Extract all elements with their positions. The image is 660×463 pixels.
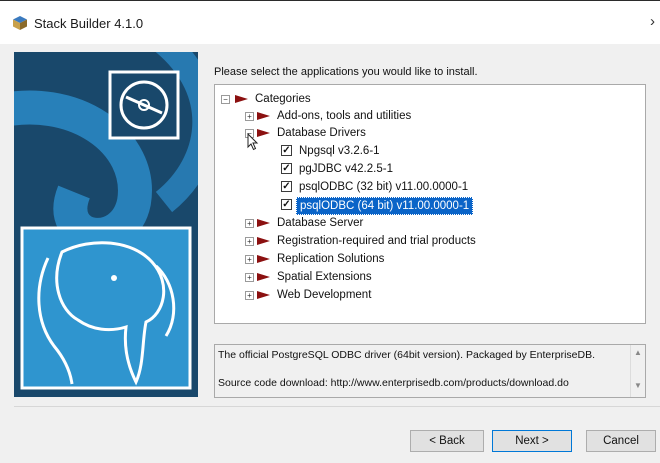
- category-arrow-icon: [257, 237, 270, 245]
- tree-label: Categories: [255, 93, 311, 105]
- description-scrollbar[interactable]: ▲ ▼: [630, 345, 645, 397]
- button-bar: < Back Next > Cancel: [0, 404, 660, 463]
- postgresql-elephant-art: [14, 52, 198, 397]
- collapse-icon[interactable]: −: [221, 95, 230, 104]
- application-tree[interactable]: − Categories + Add-ons, tools and utilit…: [214, 84, 646, 324]
- expand-icon[interactable]: +: [245, 273, 254, 282]
- scroll-up-icon[interactable]: ▲: [634, 348, 642, 357]
- title-bar: Stack Builder 4.1.0 ›: [0, 0, 660, 44]
- close-icon[interactable]: ›: [650, 13, 655, 30]
- stack-builder-icon: [13, 16, 27, 30]
- psqlodbc-64-checkbox[interactable]: ✓: [281, 199, 292, 210]
- category-arrow-icon: [257, 291, 270, 299]
- tree-label: pgJDBC v42.2.5-1: [299, 163, 393, 175]
- back-button[interactable]: < Back: [410, 430, 484, 452]
- instruction-text: Please select the applications you would…: [214, 66, 478, 78]
- category-arrow-icon: [257, 112, 270, 120]
- next-button[interactable]: Next >: [492, 430, 572, 452]
- mouse-cursor-icon: [247, 133, 259, 151]
- expand-icon[interactable]: +: [245, 255, 254, 264]
- expand-icon[interactable]: +: [245, 237, 254, 246]
- npgsql-checkbox[interactable]: ✓: [281, 145, 292, 156]
- tree-label: Add-ons, tools and utilities: [277, 110, 412, 122]
- window-title: Stack Builder 4.1.0: [34, 16, 144, 31]
- scroll-down-icon[interactable]: ▼: [634, 381, 642, 390]
- category-arrow-icon: [257, 273, 270, 281]
- tree-label: Npgsql v3.2.6-1: [299, 145, 380, 157]
- tree-label: Database Server: [277, 217, 364, 229]
- pgjdbc-checkbox[interactable]: ✓: [281, 163, 292, 174]
- tree-label: Replication Solutions: [277, 253, 385, 265]
- cancel-button[interactable]: Cancel: [586, 430, 656, 452]
- tree-label: Web Development: [277, 289, 372, 301]
- tree-label: psqlODBC (32 bit) v11.00.0000-1: [299, 181, 469, 193]
- category-arrow-icon: [257, 219, 270, 227]
- postgresql-banner: [14, 52, 198, 397]
- expand-icon[interactable]: +: [245, 291, 254, 300]
- description-box[interactable]: The official PostgreSQL ODBC driver (64b…: [214, 344, 646, 398]
- category-arrow-icon: [257, 255, 270, 263]
- category-arrow-icon: [235, 95, 248, 103]
- tree-label: Database Drivers: [277, 127, 366, 139]
- description-text: The official PostgreSQL ODBC driver (64b…: [218, 349, 595, 361]
- expand-icon[interactable]: +: [245, 112, 254, 121]
- wizard-content: Please select the applications you would…: [0, 44, 660, 404]
- tree-label: Spatial Extensions: [277, 271, 372, 283]
- footer-divider: [14, 406, 660, 407]
- tree-label: Registration-required and trial products: [277, 235, 476, 247]
- expand-icon[interactable]: +: [245, 219, 254, 228]
- source-download-text: Source code download: http://www.enterpr…: [218, 377, 569, 389]
- psqlodbc-32-checkbox[interactable]: ✓: [281, 181, 292, 192]
- tree-label-selected: psqlODBC (64 bit) v11.00.0000-1: [296, 197, 474, 215]
